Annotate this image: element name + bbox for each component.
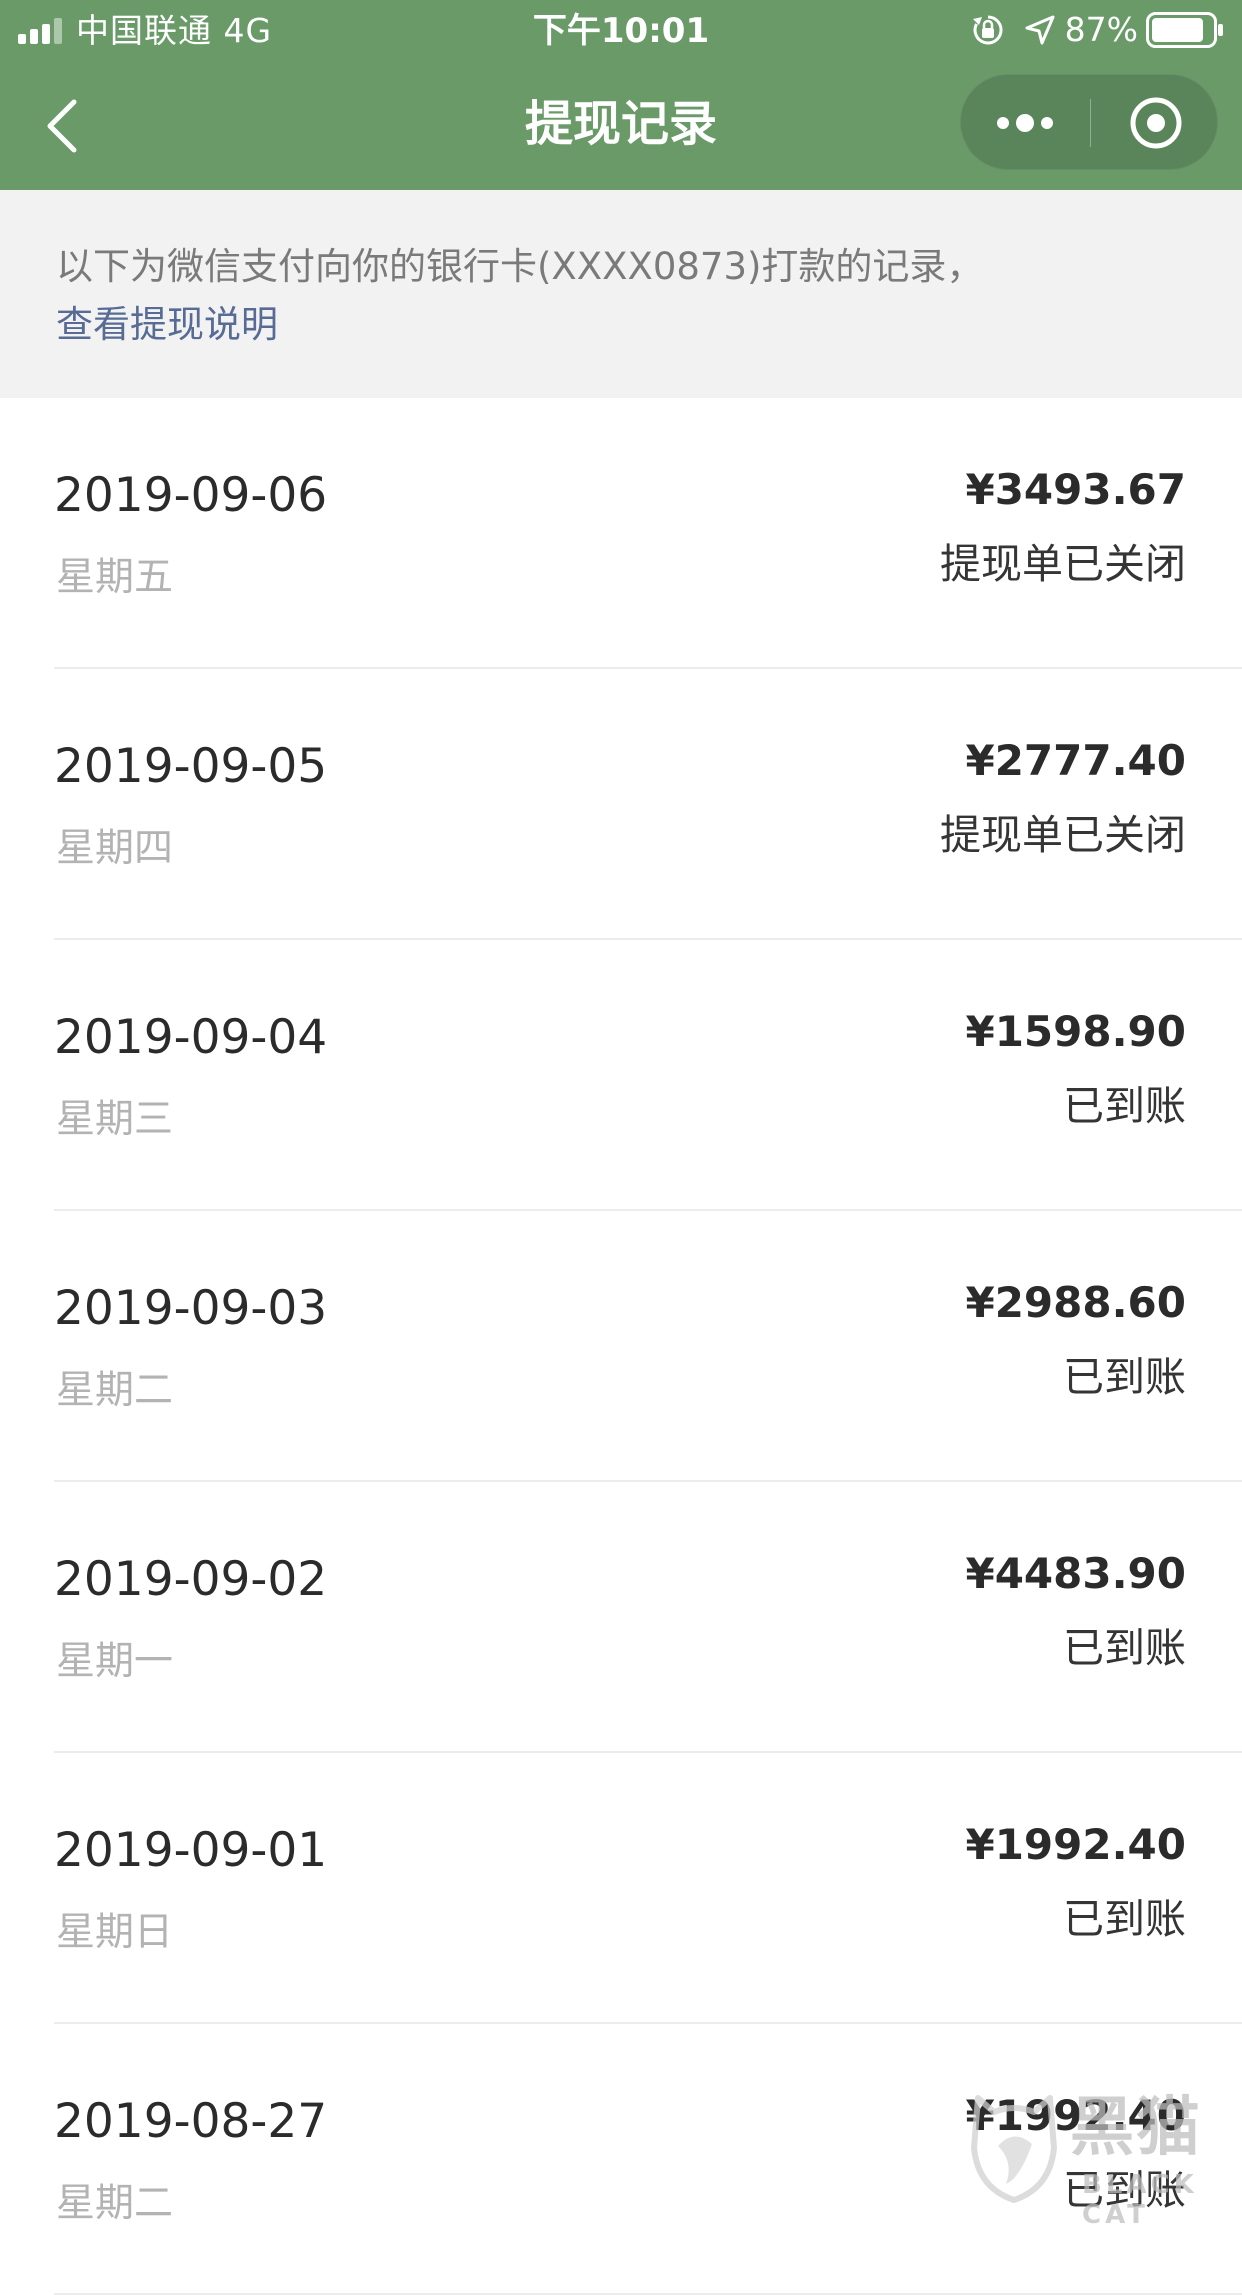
battery-icon: [1146, 12, 1223, 48]
more-dots-icon[interactable]: [989, 99, 1061, 147]
record-status: 已到账: [1063, 1353, 1186, 1401]
record-weekday: 星期日: [56, 1910, 174, 1955]
record-weekday: 星期一: [56, 1639, 174, 1684]
record-amount: ¥2988.60: [965, 1278, 1186, 1327]
record-status: 已到账: [1063, 1624, 1186, 1672]
status-bar: 中国联通 4G 下午10:01 87%: [0, 0, 1242, 62]
location-arrow-icon: [1025, 15, 1055, 45]
record-status: 已到账: [1063, 1895, 1186, 1943]
record-weekday: 星期二: [56, 1368, 174, 1413]
black-cat-logo-icon: [971, 2095, 1057, 2203]
nav-bar: 提现记录: [0, 62, 1242, 190]
record-date: 2019-09-06: [54, 468, 328, 523]
record-status: 提现单已关闭: [940, 811, 1186, 859]
record-date: 2019-09-05: [54, 739, 328, 794]
target-close-icon[interactable]: [1115, 95, 1197, 151]
watermark-text: 黑猫: [1070, 2091, 1202, 2165]
withdraw-info-link[interactable]: 查看提现说明: [56, 298, 278, 352]
record-amount: ¥1992.40: [965, 1820, 1186, 1869]
watermark: 黑猫 BLACK CAT: [966, 2084, 1242, 2230]
record-status: 提现单已关闭: [940, 540, 1186, 588]
record-amount: ¥4483.90: [965, 1549, 1186, 1598]
record-row[interactable]: 2019-09-04 星期三 ¥1598.90 已到账: [0, 940, 1242, 1211]
status-right: 87%: [971, 12, 1224, 48]
record-status: 已到账: [1063, 1082, 1186, 1130]
orientation-lock-icon: [972, 15, 1003, 45]
record-weekday: 星期二: [56, 2181, 174, 2226]
capsule-divider: [1090, 99, 1091, 147]
record-amount: ¥1598.90: [965, 1007, 1186, 1056]
withdraw-record-list: 2019-09-06 星期五 ¥3493.67 提现单已关闭 2019-09-05 星期四…: [0, 398, 1242, 2295]
record-weekday: 星期四: [56, 826, 174, 871]
record-row[interactable]: 2019-09-02 星期一 ¥4483.90 已到账: [0, 1482, 1242, 1753]
battery-percent: 87%: [1064, 10, 1138, 49]
record-row[interactable]: 2019-09-05 星期四 ¥2777.40 提现单已关闭: [0, 669, 1242, 940]
notice-text: 以下为微信支付向你的银行卡(XXXX0873)打款的记录，: [56, 245, 984, 288]
record-date: 2019-08-27: [54, 2094, 328, 2149]
mini-program-capsule: [960, 74, 1218, 170]
record-row[interactable]: 2019-09-06 星期五 ¥3493.67 提现单已关闭: [0, 398, 1242, 669]
record-date: 2019-09-02: [54, 1552, 328, 1607]
record-amount: ¥2777.40: [965, 736, 1186, 785]
record-weekday: 星期三: [56, 1097, 174, 1142]
record-date: 2019-09-01: [54, 1823, 328, 1878]
record-amount: ¥3493.67: [965, 465, 1186, 514]
record-date: 2019-09-03: [54, 1281, 328, 1336]
notice-banner: 以下为微信支付向你的银行卡(XXXX0873)打款的记录， 查看提现说明: [0, 190, 1242, 398]
record-weekday: 星期五: [56, 555, 174, 600]
watermark-subtext: BLACK CAT: [1082, 2170, 1198, 2230]
record-date: 2019-09-04: [54, 1010, 328, 1065]
record-row[interactable]: 2019-09-01 星期日 ¥1992.40 已到账: [0, 1753, 1242, 2024]
top-bar: 中国联通 4G 下午10:01 87% 提现记录: [0, 0, 1242, 190]
record-row[interactable]: 2019-09-03 星期二 ¥2988.60 已到账: [0, 1211, 1242, 1482]
